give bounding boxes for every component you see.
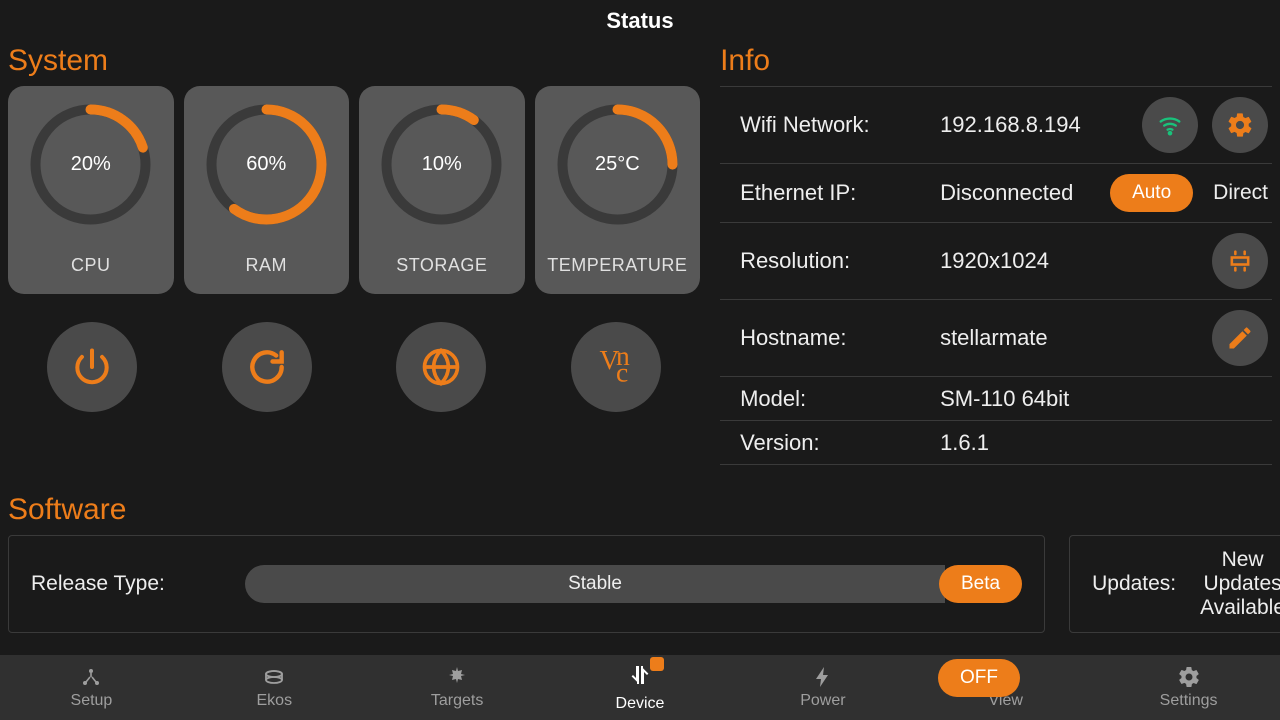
vnc-button[interactable]: Vnc <box>571 322 661 412</box>
wifi-icon-button[interactable] <box>1142 97 1198 153</box>
ethernet-value: Disconnected <box>940 180 1100 206</box>
release-beta-button[interactable]: Beta <box>939 565 1022 603</box>
restart-button[interactable] <box>222 322 312 412</box>
gauge-temp-label: TEMPERATURE <box>547 255 687 276</box>
nav-setup-label: Setup <box>71 692 113 710</box>
gauge-temperature: 25°C TEMPERATURE <box>535 86 701 294</box>
version-label: Version: <box>740 430 930 456</box>
info-row-version: Version: 1.6.1 <box>720 421 1272 465</box>
info-row-hostname: Hostname: stellarmate <box>720 300 1272 377</box>
gauge-storage: 10% STORAGE <box>359 86 525 294</box>
nav-power[interactable]: Power <box>731 655 914 720</box>
hostname-edit-button[interactable] <box>1212 310 1268 366</box>
nav-ekos-label: Ekos <box>257 692 293 710</box>
version-value: 1.6.1 <box>940 430 1268 456</box>
release-type-row: Release Type: Stable Beta <box>8 535 1045 633</box>
nav-power-label: Power <box>800 692 845 710</box>
nav-targets[interactable]: Targets <box>366 655 549 720</box>
gauge-cpu: 20% CPU <box>8 86 174 294</box>
info-row-ethernet: Ethernet IP: Disconnected Auto Direct <box>720 164 1272 223</box>
remote-off-button[interactable]: OFF <box>938 659 1020 697</box>
nav-settings[interactable]: Settings <box>1097 655 1280 720</box>
nav-device-label: Device <box>616 695 665 713</box>
gauge-temp-value: 25°C <box>555 102 680 227</box>
info-row-model: Model: SM-110 64bit <box>720 377 1272 421</box>
ethernet-direct-button[interactable]: Direct <box>1203 181 1268 205</box>
info-section-title: Info <box>720 44 1272 78</box>
updates-value: New Updates Available <box>1200 548 1280 620</box>
gauge-ram-label: RAM <box>246 255 288 276</box>
page-title: Status <box>0 0 1280 44</box>
gauge-cpu-label: CPU <box>71 255 111 276</box>
wifi-label: Wifi Network: <box>740 112 930 138</box>
gauge-ram-value: 60% <box>204 102 329 227</box>
release-type-label: Release Type: <box>31 572 221 596</box>
gauge-storage-label: STORAGE <box>396 255 487 276</box>
bottom-nav: Setup Ekos Targets Device Power View Set… <box>0 655 1280 720</box>
nav-setup[interactable]: Setup <box>0 655 183 720</box>
nav-device[interactable]: Device <box>549 655 732 720</box>
ethernet-auto-button[interactable]: Auto <box>1110 174 1193 212</box>
system-gauges: 20% CPU 60% RAM <box>8 86 700 294</box>
nav-targets-label: Targets <box>431 692 483 710</box>
model-value: SM-110 64bit <box>940 386 1268 412</box>
resolution-value: 1920x1024 <box>940 248 1202 274</box>
svg-text:c: c <box>616 357 628 388</box>
ethernet-label: Ethernet IP: <box>740 180 930 206</box>
device-badge-icon <box>650 657 664 671</box>
updates-label: Updates: <box>1092 572 1176 596</box>
gauge-storage-value: 10% <box>379 102 504 227</box>
wifi-settings-button[interactable] <box>1212 97 1268 153</box>
nav-ekos[interactable]: Ekos <box>183 655 366 720</box>
release-stable-button[interactable]: Stable <box>245 565 945 603</box>
hostname-label: Hostname: <box>740 325 930 351</box>
power-button[interactable] <box>47 322 137 412</box>
gauge-cpu-value: 20% <box>28 102 153 227</box>
wifi-value: 192.168.8.194 <box>940 112 1132 138</box>
hostname-value: stellarmate <box>940 325 1202 351</box>
model-label: Model: <box>740 386 930 412</box>
system-section-title: System <box>8 44 700 78</box>
gauge-ram: 60% RAM <box>184 86 350 294</box>
resolution-label: Resolution: <box>740 248 930 274</box>
info-row-resolution: Resolution: 1920x1024 <box>720 223 1272 300</box>
info-row-wifi: Wifi Network: 192.168.8.194 <box>720 86 1272 164</box>
updates-row: Updates: New Updates Available <box>1069 535 1280 633</box>
web-button[interactable] <box>396 322 486 412</box>
nav-settings-label: Settings <box>1160 692 1218 710</box>
software-section-title: Software <box>8 493 1272 527</box>
resolution-edit-button[interactable] <box>1212 233 1268 289</box>
